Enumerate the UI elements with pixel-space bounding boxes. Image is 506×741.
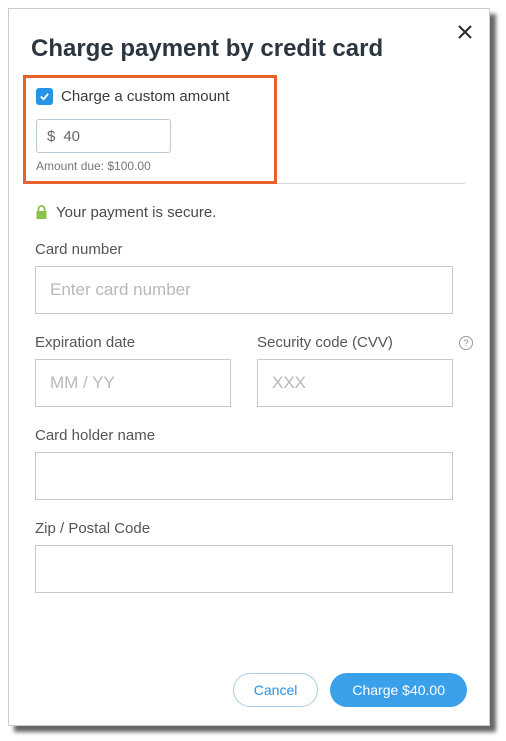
modal-title: Charge payment by credit card xyxy=(9,9,489,75)
custom-amount-label: Charge a custom amount xyxy=(61,88,229,105)
payment-form: Your payment is secure. Card number Expi… xyxy=(9,184,489,631)
cancel-button[interactable]: Cancel xyxy=(233,673,319,707)
cvv-label: Security code (CVV) xyxy=(257,334,453,351)
card-holder-input[interactable] xyxy=(35,452,453,500)
payment-modal: Charge payment by credit card Charge a c… xyxy=(8,8,490,726)
modal-footer: Cancel Charge $40.00 xyxy=(233,673,467,707)
custom-amount-section: Charge a custom amount $ Amount due: $10… xyxy=(23,75,277,184)
currency-symbol: $ xyxy=(47,128,55,145)
lock-icon xyxy=(35,205,48,220)
close-button[interactable] xyxy=(457,23,475,41)
card-number-label: Card number xyxy=(35,241,453,258)
expiration-input[interactable] xyxy=(35,359,231,407)
amount-input-wrapper: $ xyxy=(36,119,171,153)
card-number-group: Card number xyxy=(35,241,453,314)
help-icon[interactable]: ? xyxy=(459,336,473,350)
custom-amount-checkbox-row: Charge a custom amount xyxy=(36,88,264,105)
card-number-input[interactable] xyxy=(35,266,453,314)
custom-amount-checkbox[interactable] xyxy=(36,88,53,105)
cvv-group: Security code (CVV) ? xyxy=(257,334,453,407)
exp-cvv-row: Expiration date Security code (CVV) ? xyxy=(35,334,453,407)
checkmark-icon xyxy=(39,91,50,102)
amount-due-text: Amount due: $100.00 xyxy=(36,159,264,173)
close-icon xyxy=(457,24,473,40)
card-holder-group: Card holder name xyxy=(35,427,453,500)
amount-input[interactable] xyxy=(63,128,153,145)
expiration-label: Expiration date xyxy=(35,334,231,351)
zip-input[interactable] xyxy=(35,545,453,593)
secure-text: Your payment is secure. xyxy=(56,204,216,221)
secure-notice: Your payment is secure. xyxy=(35,204,453,221)
cvv-input[interactable] xyxy=(257,359,453,407)
zip-group: Zip / Postal Code xyxy=(35,520,453,593)
charge-button[interactable]: Charge $40.00 xyxy=(330,673,467,707)
card-holder-label: Card holder name xyxy=(35,427,453,444)
zip-label: Zip / Postal Code xyxy=(35,520,453,537)
expiration-group: Expiration date xyxy=(35,334,231,407)
